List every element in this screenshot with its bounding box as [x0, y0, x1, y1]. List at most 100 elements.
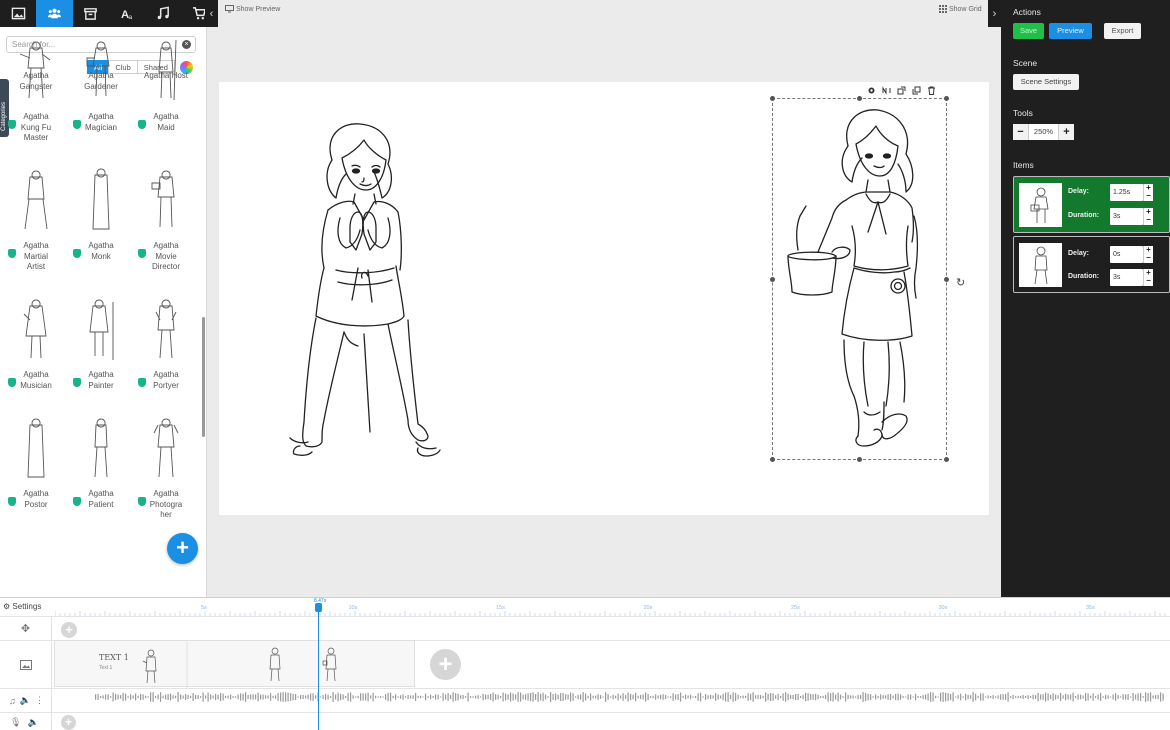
minus-icon[interactable]: −: [1144, 277, 1153, 285]
settings-icon[interactable]: [867, 82, 876, 94]
asset-card[interactable]: Agatha Painter: [70, 292, 132, 391]
waveform-bar: [1002, 694, 1004, 700]
item-card[interactable]: Delay: 0s + − Duration: 3s + −: [1013, 236, 1170, 293]
timeline-settings-label: Settings: [12, 602, 42, 611]
waveform-bar: [375, 695, 377, 699]
asset-card[interactable]: Agatha Maid: [135, 34, 197, 133]
waveform-bar: [705, 694, 707, 700]
send-backward-icon[interactable]: [912, 82, 921, 95]
zoom-in-button[interactable]: +: [1059, 124, 1074, 140]
add-element-button[interactable]: +: [430, 649, 461, 680]
duration-stepper[interactable]: + −: [1143, 269, 1153, 286]
text-icon: Aa: [120, 9, 132, 21]
export-button[interactable]: Export: [1104, 23, 1141, 39]
add-asset-button[interactable]: +: [167, 533, 198, 564]
asset-card[interactable]: Agatha Monk: [70, 163, 132, 262]
waveform-bar: [475, 695, 477, 699]
resize-handle[interactable]: [944, 457, 949, 462]
playhead-handle[interactable]: [315, 603, 322, 612]
scene-settings-button[interactable]: Scene Settings: [1013, 74, 1079, 90]
asset-card[interactable]: Agatha Postor: [5, 411, 67, 510]
waveform-bar: [110, 696, 112, 698]
selection-toolbar: [867, 82, 936, 95]
waveform-bar: [285, 692, 287, 702]
add-voice-button[interactable]: +: [61, 715, 76, 730]
collapse-right-panel-button[interactable]: ›: [988, 0, 1001, 27]
waveform-bar: [620, 695, 622, 699]
more-icon[interactable]: ⋮: [35, 695, 44, 706]
waveform-bar: [897, 693, 899, 701]
tab-props[interactable]: [73, 0, 109, 27]
waveform-bar: [560, 693, 562, 701]
club-badge-icon: [8, 249, 16, 258]
scene-clip[interactable]: TEXT 1 Text 1: [54, 640, 415, 688]
selection-box[interactable]: [772, 98, 947, 460]
timeline-settings-button[interactable]: ⚙ Settings: [3, 602, 41, 611]
flip-icon[interactable]: [882, 82, 891, 95]
audio-waveform[interactable]: [95, 691, 1165, 703]
add-camera-button[interactable]: +: [61, 622, 77, 638]
minus-icon[interactable]: −: [1144, 216, 1153, 224]
waveform-bar: [1112, 694, 1114, 700]
asset-card[interactable]: Agatha Photogra her: [135, 411, 197, 521]
resize-handle[interactable]: [770, 457, 775, 462]
waveform-bar: [870, 694, 872, 700]
delay-stepper[interactable]: + −: [1143, 246, 1153, 263]
save-button[interactable]: Save: [1013, 23, 1044, 39]
character-kungfu[interactable]: [280, 118, 450, 463]
asset-card[interactable]: Agatha Magician: [70, 34, 132, 133]
resize-handle[interactable]: [770, 96, 775, 101]
tab-text[interactable]: Aa: [109, 0, 145, 27]
waveform-bar: [877, 695, 879, 699]
trash-icon[interactable]: [927, 82, 936, 95]
asset-card[interactable]: Agatha Portyer: [135, 292, 197, 391]
waveform-bar: [452, 692, 454, 702]
waveform-bar: [1140, 693, 1142, 701]
asset-card[interactable]: Agatha Musician: [5, 292, 67, 391]
resize-handle[interactable]: [770, 277, 775, 282]
duration-stepper[interactable]: + −: [1143, 208, 1153, 225]
bring-forward-icon[interactable]: [897, 82, 906, 95]
show-grid-link[interactable]: Show Grid: [939, 5, 982, 13]
asset-card[interactable]: Agatha Martial Artist: [5, 163, 67, 273]
waveform-bar: [685, 694, 687, 700]
delay-stepper[interactable]: + −: [1143, 184, 1153, 201]
resize-handle[interactable]: [944, 96, 949, 101]
duration-input[interactable]: 3s: [1110, 269, 1143, 286]
asset-card[interactable]: Agatha Patient: [70, 411, 132, 510]
waveform-bar: [805, 692, 807, 702]
asset-card[interactable]: Agatha Movie Director: [135, 163, 197, 273]
scrollbar[interactable]: [202, 317, 205, 437]
volume-icon[interactable]: 🔈: [27, 717, 38, 728]
image-icon: [11, 7, 25, 20]
zoom-out-button[interactable]: −: [1013, 124, 1028, 140]
item-card-selected[interactable]: Delay: 1.25s + − Duration: 3s + −: [1013, 176, 1170, 233]
resize-handle[interactable]: [944, 277, 949, 282]
tab-characters[interactable]: [36, 0, 73, 27]
delay-input[interactable]: 1.25s: [1110, 184, 1143, 201]
tab-music[interactable]: [145, 0, 181, 27]
collapse-left-panel-button[interactable]: ‹: [205, 0, 218, 27]
asset-card[interactable]: Agatha Kung Fu Master: [5, 34, 67, 144]
waveform-bar: [320, 696, 322, 698]
minus-icon[interactable]: −: [1144, 254, 1153, 262]
preview-button[interactable]: Preview: [1049, 23, 1092, 39]
volume-icon[interactable]: 🔈: [20, 695, 31, 706]
tab-images[interactable]: [0, 0, 36, 27]
waveform-bar: [300, 695, 302, 699]
waveform-bar: [257, 692, 259, 702]
waveform-bar: [397, 696, 399, 698]
delay-input[interactable]: 0s: [1110, 246, 1143, 263]
time-ruler[interactable]: 5s 10s 15s 20s 25s 30s 35s: [55, 603, 1170, 617]
minus-icon[interactable]: −: [1144, 192, 1153, 200]
resize-handle[interactable]: [857, 457, 862, 462]
waveform-bar: [185, 694, 187, 700]
waveform-bar: [587, 695, 589, 699]
waveform-bar: [597, 694, 599, 700]
show-preview-link[interactable]: Show Preview: [225, 5, 280, 13]
waveform-bar: [800, 695, 802, 699]
waveform-bar: [407, 694, 409, 700]
duration-input[interactable]: 3s: [1110, 208, 1143, 225]
resize-handle[interactable]: [857, 96, 862, 101]
rotate-handle-icon[interactable]: ↻: [956, 276, 965, 289]
